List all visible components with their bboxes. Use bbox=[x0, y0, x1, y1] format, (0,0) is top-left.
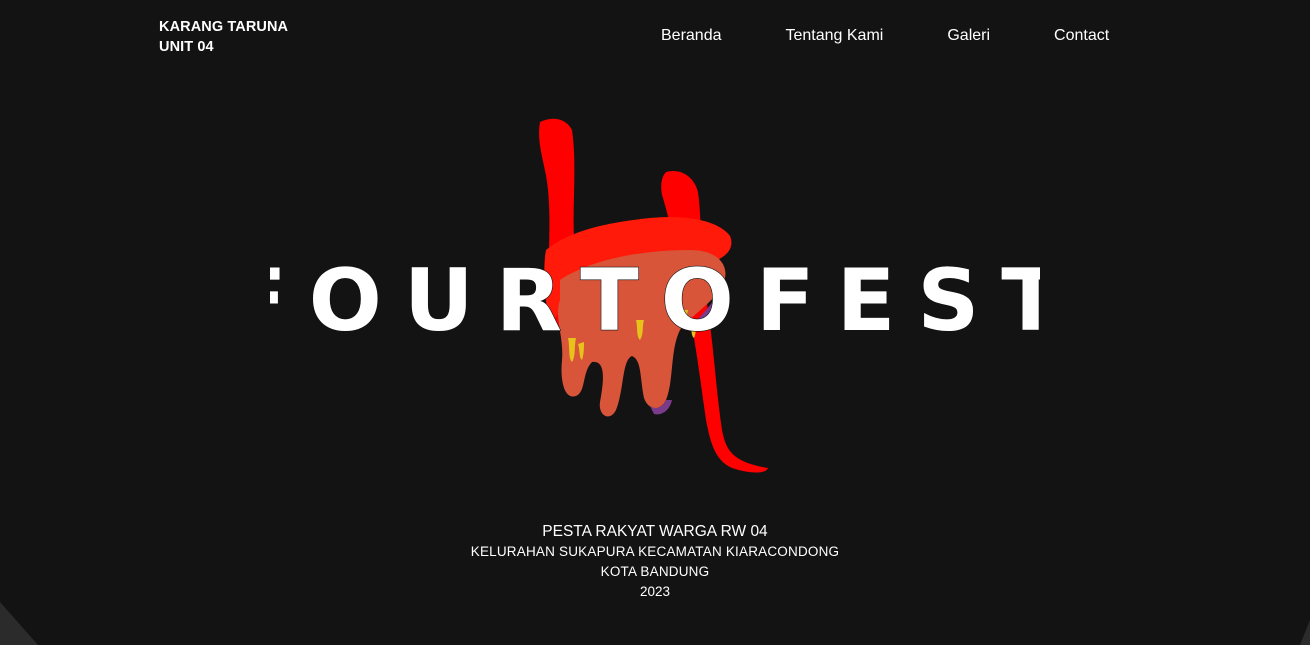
hero-logo: FOURTOFEST bbox=[270, 110, 1040, 490]
fourtofest-logo: FOURTOFEST bbox=[270, 118, 1040, 473]
event-title: PESTA RAKYAT WARGA RW 04 bbox=[542, 523, 768, 540]
brand-line-2: UNIT 04 bbox=[159, 39, 214, 55]
nav-item-galeri[interactable]: Galeri bbox=[947, 26, 990, 46]
site-brand[interactable]: KARANG TARUNA UNIT 04 bbox=[159, 17, 288, 57]
event-info: PESTA RAKYAT WARGA RW 04 KELURAHAN SUKAP… bbox=[0, 521, 1310, 602]
nav-item-contact[interactable]: Contact bbox=[1054, 26, 1109, 46]
nav-item-beranda[interactable]: Beranda bbox=[661, 26, 722, 46]
brand-line-1: KARANG TARUNA bbox=[159, 19, 289, 35]
nav-item-tentang-kami[interactable]: Tentang Kami bbox=[786, 26, 884, 46]
decorative-corner-right bbox=[1300, 620, 1310, 645]
event-location-district: KELURAHAN SUKAPURA KECAMATAN KIARACONDON… bbox=[470, 544, 840, 559]
decorative-corner-left bbox=[0, 602, 38, 645]
main-nav: Beranda Tentang Kami Galeri Contact bbox=[661, 26, 1109, 46]
event-location-city: KOTA BANDUNG bbox=[600, 564, 710, 579]
event-year: 2023 bbox=[639, 584, 671, 599]
page: KARANG TARUNA UNIT 04 Beranda Tentang Ka… bbox=[0, 0, 1310, 645]
logo-wordmark: FOURTOFEST bbox=[270, 251, 1040, 351]
